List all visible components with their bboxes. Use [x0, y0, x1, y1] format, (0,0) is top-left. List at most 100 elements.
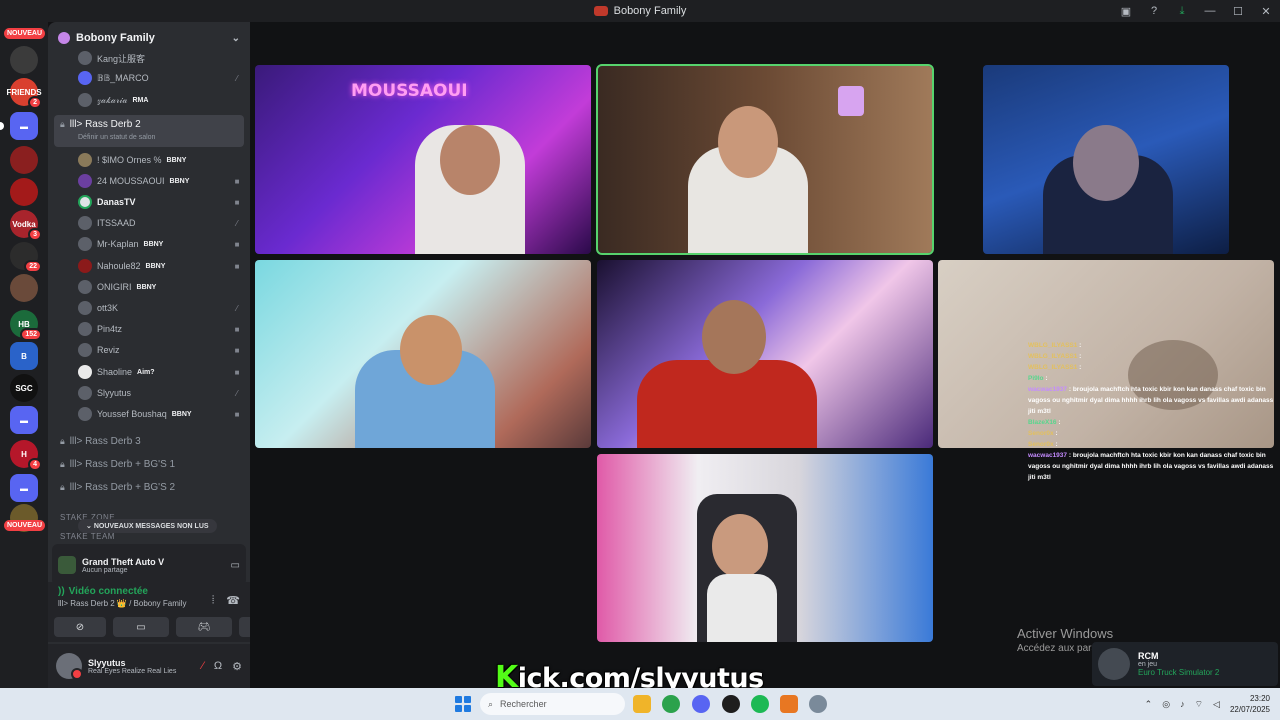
disconnect-icon[interactable]: ☎ [226, 594, 240, 607]
inbox-icon[interactable]: ▣ [1112, 0, 1140, 22]
member-name: ONIGIRI [97, 282, 132, 292]
member-name: Shaoline [97, 367, 133, 377]
channel-rass-derb-3[interactable]: 🔒︎ lll> Rass Derb 3 [54, 431, 244, 451]
taskbar-search[interactable]: ⌕ Rechercher [480, 693, 625, 715]
screen-share-icon[interactable]: ▭ [231, 560, 240, 571]
chrome-icon[interactable] [662, 695, 680, 713]
minimize-button[interactable]: — [1196, 0, 1224, 22]
member-row[interactable]: Shaoline Aim? ■ [78, 362, 243, 382]
settings-icon[interactable] [809, 695, 827, 713]
member-row[interactable]: Mr-Kaplan BBNY ■ [78, 234, 243, 254]
member-row[interactable]: ott3K ⁄ [78, 298, 243, 318]
guild-name: Bobony Family [76, 32, 155, 44]
server-sgc[interactable]: SGC [10, 374, 38, 402]
video-tile-slyyutus[interactable] [597, 454, 933, 642]
channel-rass-derb-2[interactable]: 🔒︎ lll> Rass Derb 2 Définir un statut de… [54, 115, 244, 147]
member-row[interactable]: Slyyutus ⁄ [78, 383, 243, 403]
server-b[interactable]: B [10, 342, 38, 370]
video-tile-laughing[interactable] [255, 260, 591, 448]
chat-user: wacwac1937 [1028, 386, 1068, 393]
channel-status[interactable]: Définir un statut de salon [78, 134, 155, 141]
download-icon[interactable]: ⤓ [1168, 0, 1196, 22]
server-label: SGC [15, 383, 33, 393]
member-row[interactable]: ITSSAAD ⁄ [78, 213, 243, 233]
user-tag: RMA [132, 96, 149, 104]
chevron-up-icon[interactable]: ⌃ [1145, 699, 1153, 710]
chat-user: Senor0x [1028, 430, 1054, 437]
video-tile-blue[interactable] [983, 65, 1229, 254]
folder-icon[interactable]: ▬ [10, 406, 38, 434]
channel-name: lll> Rass Derb 3 [69, 435, 141, 447]
server-icon[interactable] [10, 274, 38, 302]
member-name: ! $IMO Ornes % [97, 155, 162, 165]
member-row[interactable]: ! $IMO Ornes % BBNY [78, 150, 243, 170]
spotify-icon[interactable] [751, 695, 769, 713]
new-pill-bottom[interactable]: NOUVEAU [4, 520, 46, 531]
category-stake-team[interactable]: STAKE TEAM [60, 532, 115, 541]
server-label: H [21, 449, 27, 459]
server-icon[interactable] [10, 178, 38, 206]
folder-icon[interactable]: ▬ [10, 112, 38, 140]
member-row[interactable]: Youssef Boushaq BBNY ■ [78, 404, 243, 424]
file-explorer-icon[interactable] [633, 695, 651, 713]
server-vodka[interactable]: Vodka 3 [10, 210, 42, 241]
server-icon[interactable] [10, 46, 38, 74]
member-row[interactable]: Pin4tz ■ [78, 319, 243, 339]
member-row[interactable]: 24 MOUSSAOUI BBNY ■ [78, 171, 243, 191]
new-messages-bar[interactable]: ⌄ NOUVEAUX MESSAGES NON LUS [78, 519, 217, 533]
video-tile-moussaoui[interactable]: MOUSSAOUI [255, 65, 591, 254]
channel-name: lll> Rass Derb + BG'S 2 [69, 481, 176, 493]
voice-status: Vidéo connectée [68, 586, 148, 597]
soundboard-icon[interactable]: ⦙ [212, 594, 214, 607]
member-row[interactable]: Reviz ■ [78, 340, 243, 360]
app-icon[interactable] [780, 695, 798, 713]
server-h[interactable]: H4 [10, 440, 42, 471]
new-pill-top[interactable]: NOUVEAU [4, 28, 46, 39]
headphones-icon[interactable]: Ω [214, 660, 222, 673]
member-tag: BBNY [145, 262, 166, 270]
member-name: Reviz [97, 345, 120, 355]
screen-share-button[interactable]: ▭ [113, 617, 169, 637]
server-icon[interactable] [10, 146, 38, 174]
close-button[interactable]: ✕ [1252, 0, 1280, 22]
server-badge: 2 [28, 96, 42, 109]
server-icon[interactable]: 22 [10, 242, 42, 273]
volume-icon[interactable]: ◁ [1213, 699, 1220, 710]
obs-icon[interactable] [722, 695, 740, 713]
video-tile-morocco[interactable] [597, 260, 933, 448]
discord-icon[interactable] [692, 695, 710, 713]
search-icon: ⌕ [488, 698, 494, 709]
member-row[interactable]: Nahoule82 BBNY ■ [78, 256, 243, 276]
member-row[interactable]: ONIGIRI BBNY [78, 277, 243, 297]
avatar [78, 237, 92, 251]
voice-user[interactable]: Kang让服客 [78, 48, 243, 68]
folder-icon[interactable]: ▬ [10, 474, 38, 502]
help-icon[interactable]: ? [1140, 0, 1168, 22]
maximize-button[interactable]: ☐ [1224, 0, 1252, 22]
clock[interactable]: 23:20 22/07/2025 [1230, 693, 1270, 715]
gear-icon[interactable]: ⚙ [232, 660, 242, 673]
server-friends[interactable]: FRIENDS 2 [6, 78, 42, 109]
voice-user[interactable]: 𝔹𝔹_MARCO ⁄ [78, 68, 243, 88]
microphone-icon[interactable]: ♪ [1180, 699, 1185, 709]
video-tile-active[interactable] [596, 64, 934, 255]
server-hb[interactable]: HB 152 [10, 310, 42, 341]
chevron-down-icon[interactable]: ⌄ [232, 33, 240, 44]
activity-card[interactable]: Grand Theft Auto V Aucun partage ▭ [52, 544, 246, 586]
signal-icon: )) [58, 586, 65, 597]
window-title: Bobony Family [593, 5, 686, 17]
start-button[interactable] [455, 696, 471, 712]
mic-muted-icon[interactable]: ⁄ [202, 660, 204, 673]
wifi-icon[interactable]: ⌔ [1195, 699, 1203, 710]
network-icon[interactable]: ◎ [1162, 699, 1170, 710]
activity-button[interactable]: 🎮︎ [176, 617, 232, 637]
member-row[interactable]: DanasTV ■ [78, 192, 243, 212]
avatar[interactable] [56, 653, 83, 680]
channel-rass-derb-bgs-1[interactable]: 🔒︎ lll> Rass Derb + BG'S 1 [54, 454, 244, 474]
voice-user[interactable]: 𝓏𝒶𝓀𝒶𝓇𝒾𝒶 RMA [78, 90, 243, 110]
camera-off-button[interactable]: ⊘ [54, 617, 106, 637]
channel-rass-derb-bgs-2[interactable]: 🔒︎ lll> Rass Derb + BG'S 2 [54, 477, 244, 497]
mic-muted-icon: ⁄ [236, 388, 238, 398]
activity-toast[interactable]: RCM en jeu Euro Truck Simulator 2 [1092, 642, 1278, 686]
chat-line: Senor0x : [1028, 430, 1058, 437]
